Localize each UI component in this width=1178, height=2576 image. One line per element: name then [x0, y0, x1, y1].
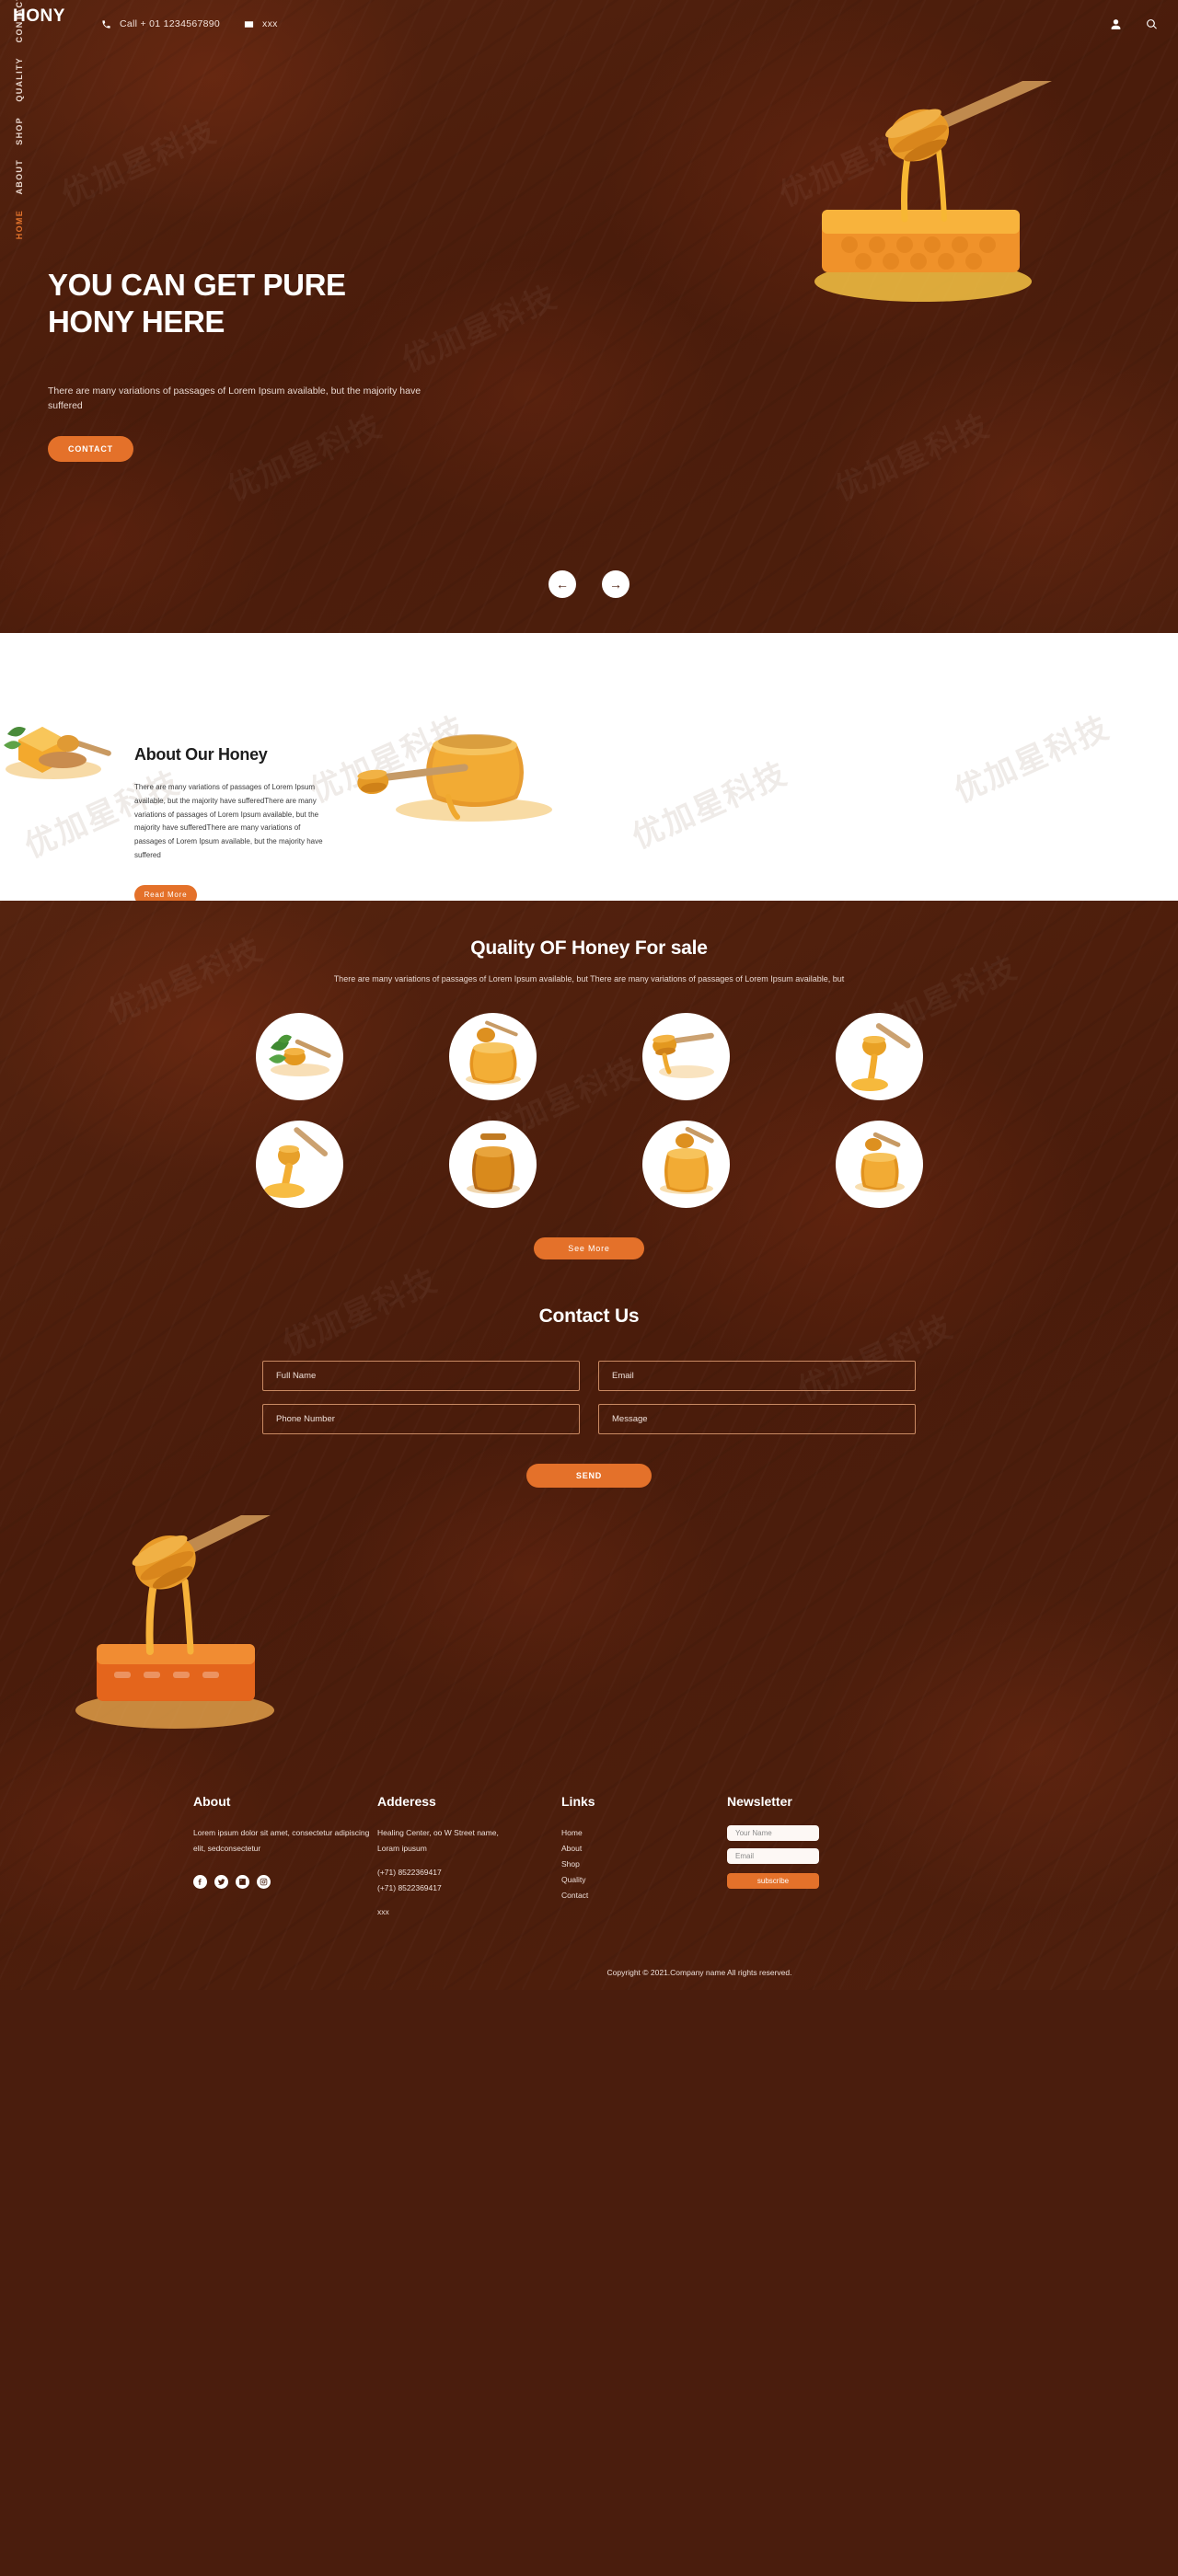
hero-paragraph: There are many variations of passages of… — [48, 385, 422, 412]
product-honey-jar-dark[interactable] — [448, 1120, 537, 1208]
about-title: About Our Honey — [134, 745, 268, 764]
hero-content: YOU CAN GET PURE HONY HERE There are man… — [48, 267, 434, 463]
newsletter-subscribe-button[interactable]: subscribe — [727, 1872, 819, 1889]
about-section: 优加星科技 优加星科技 优加星科技 优加星科技 About Our Honey … — [0, 633, 1178, 901]
side-navigation: HOME ABOUT SHOP QUALITY CONTACT US — [0, 0, 39, 239]
hero-carousel-controls: ← → — [0, 570, 1178, 598]
hero-honeycomb-image — [814, 81, 1062, 302]
header-phone[interactable]: Call + 01 1234567890 — [101, 18, 220, 29]
linkedin-icon[interactable] — [236, 1874, 249, 1889]
sidebar-item-home[interactable]: HOME — [15, 210, 24, 239]
phone-icon — [102, 19, 110, 29]
footer-columns: About Lorem ipsum dolor sit amet, consec… — [193, 1794, 985, 1920]
honey-jar-dark-icon — [466, 1133, 520, 1194]
product-honey-jar-with-dipper[interactable] — [641, 1120, 730, 1208]
footer-phone-2: (+71) 8522369417 — [377, 1882, 442, 1892]
honey-jar-small-icon — [854, 1132, 905, 1192]
message-input[interactable] — [598, 1403, 916, 1434]
header-email-text: xxx — [262, 18, 278, 29]
product-honey-jar-small[interactable] — [835, 1120, 923, 1208]
footer-address-column: Adderess Healing Center, oo W Street nam… — [377, 1794, 561, 1920]
footer-links-column: Links Home About Shop Quality Contact — [561, 1794, 727, 1920]
product-honey-dipper-pouring[interactable] — [255, 1120, 343, 1208]
footer-email: xxx — [377, 1906, 389, 1916]
header-contact-info: Call + 01 1234567890 xxx — [101, 18, 278, 29]
about-read-more-button[interactable]: Read More — [134, 884, 197, 901]
footer-link-about[interactable]: About — [561, 1841, 727, 1857]
top-header: Call + 01 1234567890 xxx — [0, 0, 1178, 48]
honey-dipper-dripping-icon — [850, 1022, 910, 1091]
instagram-icon[interactable] — [257, 1874, 271, 1889]
footer-about-text: Lorem ipsum dolor sit amet, consectetur … — [193, 1827, 370, 1853]
phone-number-input[interactable] — [262, 1403, 580, 1434]
quality-see-more-button[interactable]: See More — [534, 1236, 644, 1259]
honey-dipper-stick-icon — [652, 1032, 714, 1078]
about-image-right — [357, 734, 552, 822]
footer-about-title: About — [193, 1793, 231, 1809]
newsletter-name-input[interactable] — [727, 1824, 819, 1841]
footer-link-home[interactable]: Home — [561, 1825, 727, 1841]
product-honey-dipper-dripping[interactable] — [835, 1012, 923, 1100]
quality-title: Quality OF Honey For sale — [470, 937, 708, 959]
footer-address-title: Adderess — [377, 1793, 436, 1809]
sidebar-item-quality[interactable]: QUALITY — [15, 57, 24, 102]
hero-contact-button[interactable]: CONTACT — [48, 436, 133, 463]
header-actions — [1110, 18, 1158, 30]
sidebar-item-shop[interactable]: SHOP — [15, 117, 24, 145]
page-root: 优加星科技 优加星科技 优加星科技 优加星科技 优加星科技 Call + 01 … — [0, 0, 1178, 1990]
full-name-input[interactable] — [262, 1360, 580, 1391]
quality-subtitle: There are many variations of passages of… — [333, 974, 845, 983]
contact-honeycomb-image — [75, 1493, 294, 1729]
contact-section: Contact Us SEND — [0, 1259, 1178, 1741]
honey-dipper-pouring-icon — [263, 1126, 328, 1198]
about-image-left — [4, 727, 111, 779]
mail-icon — [244, 20, 254, 28]
honey-jar-open-icon — [465, 1020, 521, 1085]
user-icon[interactable] — [1110, 18, 1122, 30]
facebook-icon[interactable] — [193, 1874, 207, 1889]
header-phone-text: Call + 01 1234567890 — [120, 18, 221, 29]
contact-send-button[interactable]: SEND — [526, 1463, 652, 1488]
product-honey-dipper-with-herbs[interactable] — [255, 1012, 343, 1100]
site-logo[interactable]: HONY — [13, 7, 64, 26]
hero-section: 优加星科技 优加星科技 优加星科技 优加星科技 优加星科技 Call + 01 … — [0, 0, 1178, 633]
search-icon[interactable] — [1146, 18, 1158, 30]
carousel-prev-button[interactable]: ← — [549, 570, 576, 598]
footer-newsletter-title: Newsletter — [727, 1793, 792, 1809]
honey-jar-with-dipper-icon — [659, 1126, 714, 1194]
product-honey-jar-open[interactable] — [448, 1012, 537, 1100]
contact-form — [262, 1360, 916, 1434]
product-honey-dipper-stick[interactable] — [641, 1012, 730, 1100]
honey-dipper-with-herbs-icon — [268, 1034, 331, 1076]
sidebar-item-about[interactable]: ABOUT — [15, 159, 24, 195]
newsletter-email-input[interactable] — [727, 1847, 819, 1864]
about-content: About Our Honey There are many variation… — [134, 745, 332, 901]
email-input[interactable] — [598, 1360, 916, 1391]
quality-section: 优加星科技 优加星科技 优加星科技 优加星科技 优加星科技 Quality OF… — [0, 901, 1178, 1990]
contact-title: Contact Us — [538, 1305, 640, 1327]
footer-newsletter-column: Newsletter subscribe — [727, 1794, 911, 1920]
footer-link-shop[interactable]: Shop — [561, 1857, 727, 1872]
twitter-icon[interactable] — [214, 1874, 228, 1889]
hero-title: YOU CAN GET PURE HONY HERE — [48, 268, 346, 339]
carousel-next-button[interactable]: → — [602, 570, 629, 598]
footer-phone-1: (+71) 8522369417 — [377, 1867, 442, 1877]
footer-address-line1: Healing Center, oo W Street name, — [377, 1827, 499, 1837]
footer-about-column: About Lorem ipsum dolor sit amet, consec… — [193, 1794, 377, 1920]
header-email[interactable]: xxx — [244, 18, 278, 29]
footer-links-title: Links — [561, 1793, 595, 1809]
quality-product-grid — [202, 1012, 976, 1208]
footer-link-contact[interactable]: Contact — [561, 1888, 727, 1903]
site-footer: About Lorem ipsum dolor sit amet, consec… — [0, 1741, 1178, 1990]
copyright-text: Copyright © 2021.Company name All rights… — [606, 1967, 792, 1977]
footer-link-quality[interactable]: Quality — [561, 1872, 727, 1888]
footer-social-links — [193, 1874, 377, 1889]
about-paragraph: There are many variations of passages of… — [134, 783, 323, 859]
footer-address-line2: Loram ipusum — [377, 1843, 427, 1853]
